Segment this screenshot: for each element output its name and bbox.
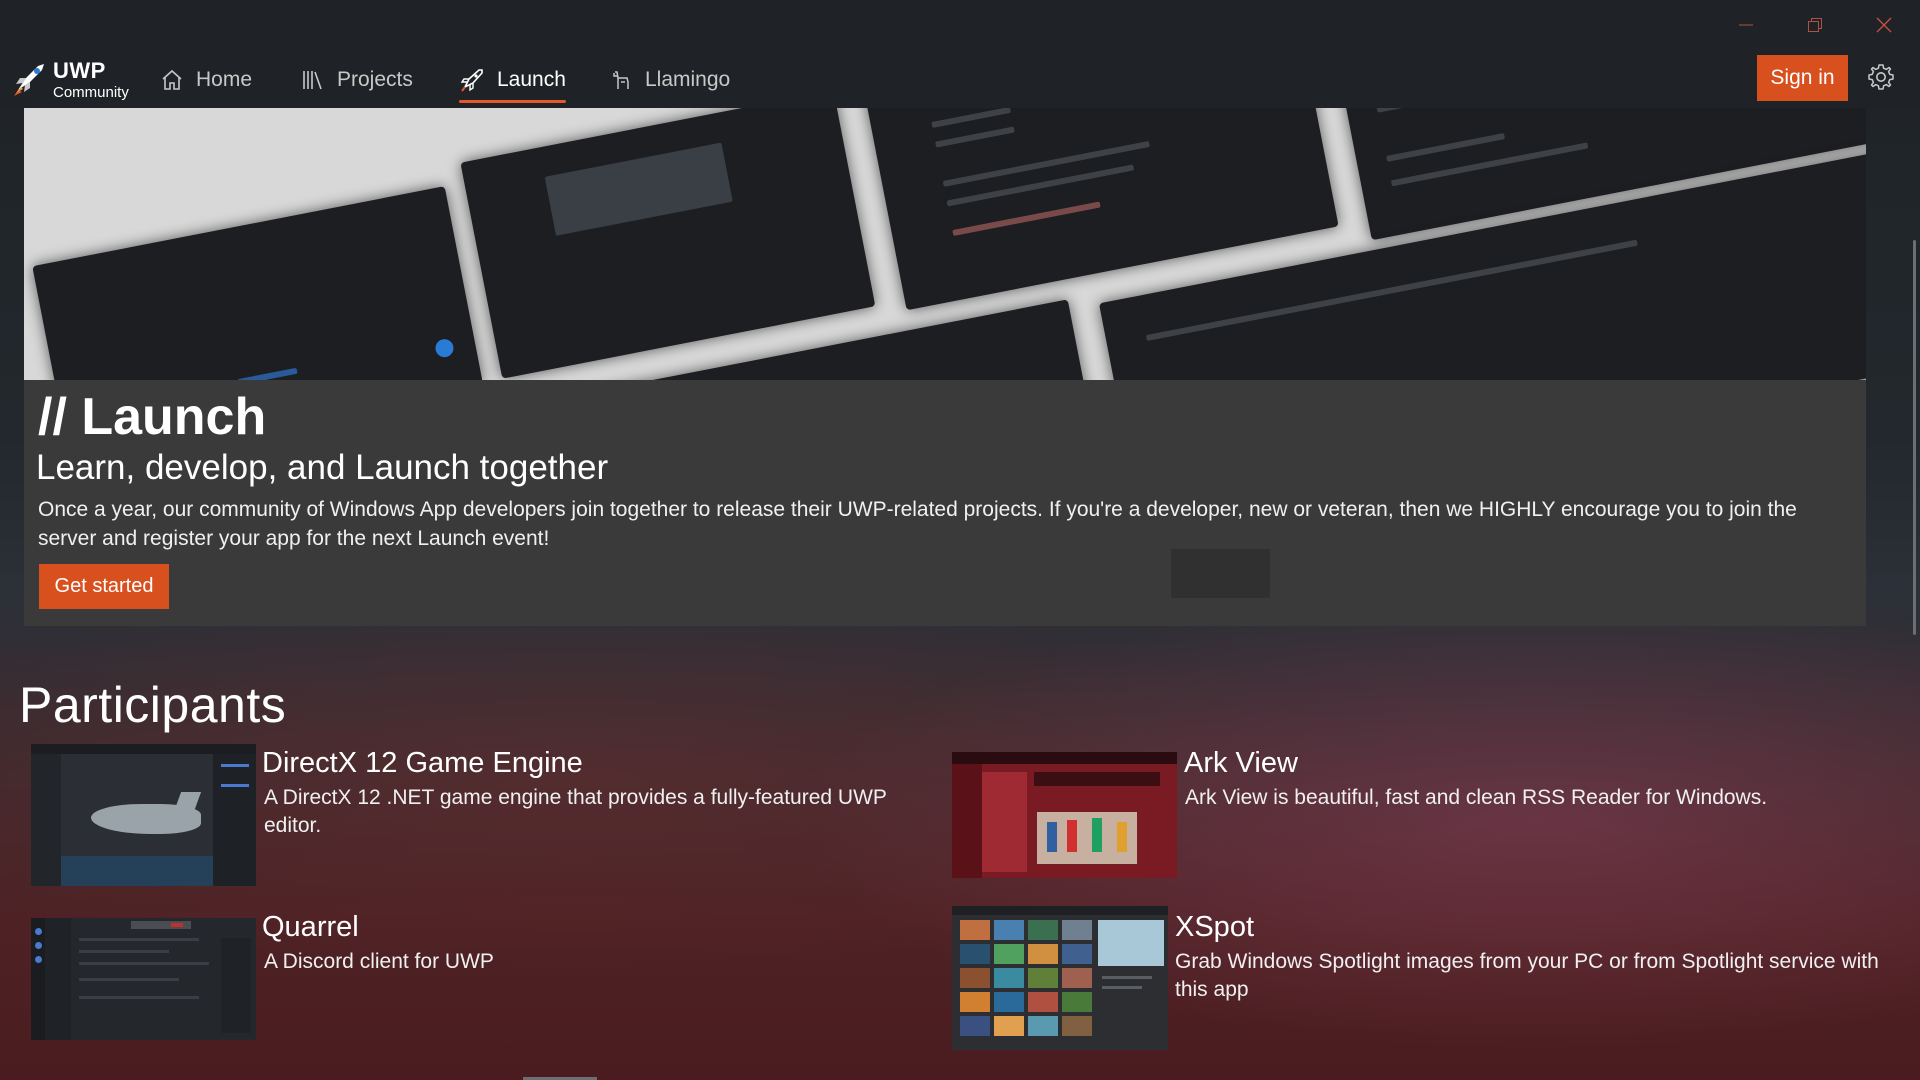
llama-icon [613,71,629,89]
brand-name: UWP [53,58,106,83]
nav-launch[interactable]: Launch [459,60,566,103]
minimize-button[interactable] [1723,8,1769,42]
title-bar: UWP Community Home Projects Launch Llami… [0,0,1920,108]
nav-launch-label: Launch [497,68,566,91]
home-icon [162,69,182,90]
nav-projects[interactable]: Projects [301,60,413,100]
launch-hero-card: // Launch Learn, develop, and Launch tog… [24,108,1866,626]
gear-icon[interactable] [1866,62,1896,92]
nav-llamingo[interactable]: Llamingo [609,60,730,100]
participant-title: XSpot [1175,911,1254,943]
vertical-scrollbar[interactable] [1913,240,1916,635]
restore-button[interactable] [1792,8,1838,42]
participant-title: Ark View [1184,747,1298,779]
participant-thumbnail [952,906,1168,1050]
minimize-icon [1739,24,1753,26]
participant-description: Grab Windows Spotlight images from your … [1175,950,1879,1001]
hero-subtitle: Learn, develop, and Launch together [36,448,609,487]
rocket-icon [460,69,483,92]
participant-thumbnail [31,918,256,1040]
restore-icon [1808,18,1822,32]
active-tab-indicator [459,100,566,103]
get-started-button[interactable]: Get started [39,564,169,609]
close-button[interactable] [1861,8,1907,42]
nav-home[interactable]: Home [160,60,252,100]
hover-highlight [1171,549,1270,598]
participants-heading: Participants [19,677,287,733]
hero-title: // Launch [38,388,267,446]
library-icon [303,71,322,90]
brand-sub: Community [53,84,129,101]
brand: UWP Community [53,58,129,101]
hero-banner-image [24,108,1866,380]
participant-thumbnail [952,752,1177,878]
participant-title: DirectX 12 Game Engine [262,747,583,779]
participant-title: Quarrel [262,911,359,943]
participant-description: Ark View is beautiful, fast and clean RS… [1185,786,1768,809]
hero-description: Once a year, our community of Windows Ap… [38,498,1797,550]
nav-home-label: Home [196,68,253,91]
nav-projects-label: Projects [337,68,413,91]
participant-thumbnail [31,744,256,886]
uwp-community-logo[interactable] [12,60,50,98]
close-icon [1876,17,1892,33]
participant-description: A DirectX 12 .NET game engine that provi… [264,786,887,837]
participant-description: A Discord client for UWP [264,950,494,973]
nav-llamingo-label: Llamingo [645,68,731,91]
sign-in-button[interactable]: Sign in [1757,55,1848,101]
